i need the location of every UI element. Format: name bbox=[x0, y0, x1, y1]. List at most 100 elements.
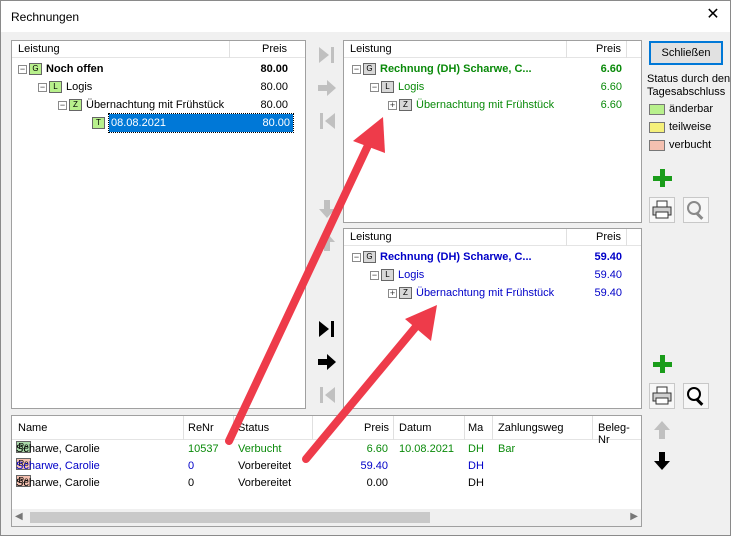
leistung-badge-icon: L bbox=[381, 81, 394, 94]
group-badge-icon: G bbox=[363, 251, 376, 264]
row-renr: 10537 bbox=[188, 443, 219, 455]
invoice-row-label: Logis bbox=[398, 81, 425, 93]
print-button-bottom[interactable] bbox=[649, 383, 675, 409]
invoice-tree-bottom[interactable]: Leistung Preis − G Rechnung (DH) Scharwe, … bbox=[343, 228, 642, 409]
tree-row-label: Noch offen bbox=[46, 63, 104, 75]
table-row[interactable]: Re Scharwe, Carolie 0 Vorbereitet 0.00 DH bbox=[12, 475, 641, 492]
close-button[interactable]: Schließen bbox=[649, 41, 723, 65]
row-zahlungsweg: Bar bbox=[498, 443, 516, 455]
collapse-icon[interactable]: − bbox=[370, 270, 379, 280]
invoice-row-label: Rechnung (DH) Scharwe, C... bbox=[380, 251, 532, 263]
column-header-zahlungsweg[interactable]: Zahlungsweg bbox=[498, 422, 563, 434]
move-up-button[interactable] bbox=[314, 229, 340, 255]
tree-header: Leistung Preis bbox=[12, 41, 305, 58]
leistung-badge-icon: L bbox=[381, 269, 394, 282]
arrow-up-icon bbox=[654, 421, 670, 439]
tree-header: Leistung Preis bbox=[344, 41, 641, 58]
window-title: Rechnungen bbox=[11, 10, 80, 24]
invoice-row-price: 6.60 bbox=[600, 81, 622, 93]
tree-row-label: Logis bbox=[66, 81, 93, 93]
invoice-row-label: Übernachtung mit Frühstück bbox=[416, 287, 555, 299]
collapse-icon[interactable]: − bbox=[58, 100, 67, 110]
row-down-button[interactable] bbox=[649, 448, 675, 474]
open-items-tree[interactable]: Leistung Preis − G Noch offen 80.00 − L Logi… bbox=[11, 40, 306, 409]
scroll-right-icon[interactable]: ▶ bbox=[630, 511, 638, 522]
add-invoice-button-top[interactable] bbox=[649, 165, 675, 191]
table-header: Name ReNr Status Preis Datum Ma Zahlungs… bbox=[12, 416, 641, 446]
row-status: Vorbereitet bbox=[238, 460, 292, 472]
close-icon[interactable]: ✕ bbox=[704, 6, 722, 24]
horizontal-scrollbar[interactable]: ◀ ▶ bbox=[12, 509, 641, 526]
table-row[interactable]: Re Scharwe, Carolie 10537 Verbucht 6.60 1… bbox=[12, 441, 641, 458]
invoice-row-zusatz[interactable]: + Z Übernachtung mit Frühstück 59.40 bbox=[388, 284, 628, 302]
leistung-badge-icon: L bbox=[49, 81, 62, 94]
column-header-leistung[interactable]: Leistung bbox=[18, 43, 60, 55]
tree-row-leistung[interactable]: − L Logis 80.00 bbox=[38, 78, 298, 96]
column-header-leistung[interactable]: Leistung bbox=[350, 231, 392, 243]
invoice-table[interactable]: Name ReNr Status Preis Datum Ma Zahlungs… bbox=[11, 415, 642, 527]
magnifier-icon bbox=[687, 201, 704, 220]
group-badge-icon: G bbox=[363, 63, 376, 76]
invoice-row-price: 59.40 bbox=[594, 287, 622, 299]
rechnungen-window: Rechnungen ✕ Leistung Preis − G Noch offen… bbox=[0, 0, 731, 536]
invoice-row-leistung[interactable]: − L Logis 6.60 bbox=[370, 78, 630, 96]
column-header-preis[interactable]: Preis bbox=[262, 43, 287, 55]
invoice-row-label: Rechnung (DH) Scharwe, C... bbox=[380, 63, 532, 75]
collapse-icon[interactable]: − bbox=[370, 82, 379, 92]
tree-row-tag-selected[interactable]: T 08.08.2021 80.00 bbox=[92, 113, 294, 133]
move-down-button[interactable] bbox=[314, 196, 340, 222]
collapse-icon[interactable]: − bbox=[18, 64, 27, 74]
preview-button-top[interactable] bbox=[683, 197, 709, 223]
invoice-row-zusatz[interactable]: + Z Übernachtung mit Frühstück 6.60 bbox=[388, 96, 628, 114]
table-row[interactable]: Re Scharwe, Carolie 0 Vorbereitet 59.40 D… bbox=[12, 458, 641, 475]
invoice-row-group[interactable]: − G Rechnung (DH) Scharwe, C... 59.40 bbox=[352, 248, 632, 266]
move-all-right-button-2[interactable] bbox=[314, 316, 340, 342]
move-all-left-button-2[interactable] bbox=[314, 382, 340, 408]
legend-swatch-red bbox=[649, 139, 665, 151]
invoice-row-label: Übernachtung mit Frühstück bbox=[416, 99, 555, 111]
expand-icon[interactable]: + bbox=[388, 100, 397, 110]
tree-row-label: 08.08.2021 80.00 bbox=[108, 113, 294, 133]
status-legend: änderbar teilweise verbucht bbox=[649, 103, 729, 157]
column-header-status[interactable]: Status bbox=[238, 422, 269, 434]
column-header-datum[interactable]: Datum bbox=[399, 422, 431, 434]
tree-row-price: 80.00 bbox=[260, 99, 288, 111]
scrollbar-thumb[interactable] bbox=[30, 512, 430, 523]
title-bar: Rechnungen ✕ bbox=[1, 1, 730, 32]
zusatz-badge-icon: Z bbox=[69, 99, 82, 112]
collapse-icon[interactable]: − bbox=[352, 64, 361, 74]
add-invoice-button-bottom[interactable] bbox=[649, 351, 675, 377]
magnifier-icon bbox=[687, 387, 704, 406]
column-header-name[interactable]: Name bbox=[18, 422, 47, 434]
scroll-left-icon[interactable]: ◀ bbox=[15, 511, 23, 522]
column-header-renr[interactable]: ReNr bbox=[188, 422, 214, 434]
invoice-row-price: 6.60 bbox=[600, 63, 622, 75]
move-all-left-button[interactable] bbox=[314, 108, 340, 134]
column-header-leistung[interactable]: Leistung bbox=[350, 43, 392, 55]
column-header-preis[interactable]: Preis bbox=[596, 43, 621, 55]
row-ma: DH bbox=[468, 443, 484, 455]
preview-button-bottom[interactable] bbox=[683, 383, 709, 409]
tree-row-group[interactable]: − G Noch offen 80.00 bbox=[18, 60, 298, 78]
invoice-row-leistung[interactable]: − L Logis 59.40 bbox=[370, 266, 630, 284]
printer-icon bbox=[652, 200, 672, 219]
collapse-icon[interactable]: − bbox=[38, 82, 47, 92]
print-button-top[interactable] bbox=[649, 197, 675, 223]
legend-item: teilweise bbox=[649, 121, 729, 139]
column-header-preis[interactable]: Preis bbox=[596, 231, 621, 243]
column-header-preis[interactable]: Preis bbox=[364, 422, 389, 434]
move-right-button[interactable] bbox=[314, 75, 340, 101]
row-preis: 0.00 bbox=[366, 477, 388, 489]
move-all-right-button[interactable] bbox=[314, 42, 340, 68]
collapse-icon[interactable]: − bbox=[352, 252, 361, 262]
invoice-tree-top[interactable]: Leistung Preis − G Rechnung (DH) Scharwe, … bbox=[343, 40, 642, 223]
arrow-down-icon bbox=[654, 452, 670, 470]
column-header-ma[interactable]: Ma bbox=[468, 422, 483, 434]
invoice-row-price: 59.40 bbox=[594, 251, 622, 263]
move-right-button-2[interactable] bbox=[314, 349, 340, 375]
tree-row-zusatz[interactable]: − Z Übernachtung mit Frühstück 80.00 bbox=[58, 96, 298, 114]
row-up-button[interactable] bbox=[649, 417, 675, 443]
invoice-row-group[interactable]: − G Rechnung (DH) Scharwe, C... 6.60 bbox=[352, 60, 632, 78]
row-preis: 6.60 bbox=[366, 443, 388, 455]
expand-icon[interactable]: + bbox=[388, 288, 397, 298]
